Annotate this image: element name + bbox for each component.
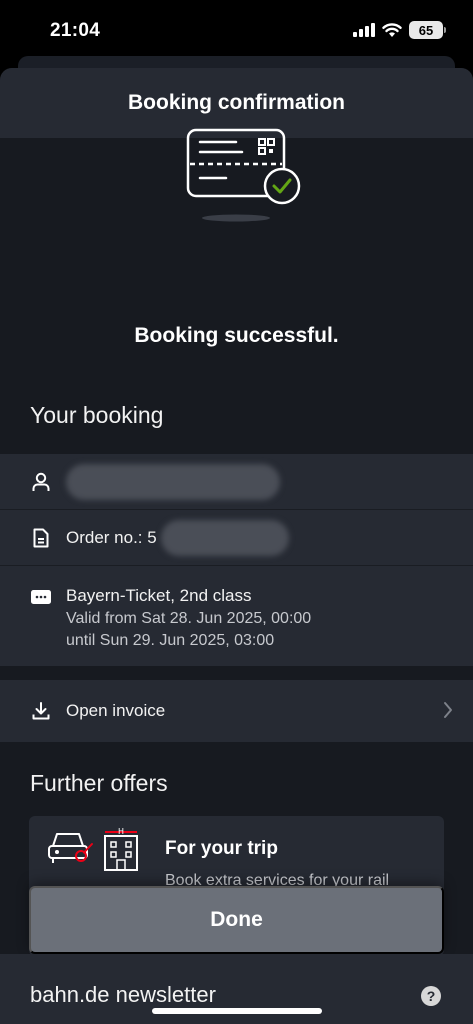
ticket-valid-from: Valid from Sat 28. Jun 2025, 00:00 <box>66 610 312 627</box>
booking-details: Order no.: 5 Bayern-Ticket, 2nd class Va… <box>0 454 473 666</box>
ticket-row: Bayern-Ticket, 2nd class Valid from Sat … <box>0 566 473 666</box>
battery-level: 65 <box>418 22 434 38</box>
wifi-icon <box>382 22 402 37</box>
passenger-row <box>0 454 473 510</box>
order-number-label: Order no.: 5 <box>66 527 157 547</box>
page-title: Booking confirmation <box>128 91 345 114</box>
further-offers-heading: Further offers <box>30 770 168 796</box>
ticket-success-icon <box>186 128 301 222</box>
battery-icon: 65 <box>409 21 446 39</box>
status-time: 21:04 <box>50 20 101 41</box>
ticket-details: Bayern-Ticket, 2nd class Valid from Sat … <box>66 586 311 650</box>
booking-confirmation-sheet: Booking confirmation Booking successful.… <box>0 68 473 1024</box>
done-button[interactable]: Done <box>29 886 444 954</box>
person-icon <box>30 471 52 493</box>
booking-success-message: Booking successful. <box>134 324 339 347</box>
svg-text:H: H <box>118 827 124 836</box>
status-bar: 21:04 65 <box>0 0 473 62</box>
home-indicator <box>152 1008 322 1014</box>
offer-title: For your trip <box>165 838 278 859</box>
open-invoice-button[interactable]: Open invoice <box>0 680 473 742</box>
order-number-redacted <box>160 519 289 556</box>
download-icon <box>30 700 52 722</box>
newsletter-label: bahn.de newsletter <box>30 982 216 1007</box>
order-number-row: Order no.: 5 <box>0 510 473 566</box>
ticket-name: Bayern-Ticket, 2nd class <box>66 586 252 605</box>
chevron-right-icon <box>444 702 452 718</box>
document-icon <box>30 527 52 549</box>
passenger-name-redacted <box>66 463 280 500</box>
ticket-icon <box>30 586 52 608</box>
ticket-valid-until: until Sun 29. Jun 2025, 03:00 <box>66 632 275 649</box>
car-key-icon <box>48 833 93 863</box>
open-invoice-label: Open invoice <box>66 701 166 720</box>
help-icon[interactable]: ? <box>421 986 441 1006</box>
signal-icon <box>353 23 375 37</box>
your-booking-heading: Your booking <box>30 402 164 428</box>
hotel-icon: H <box>104 827 138 871</box>
status-icons: 65 <box>353 21 446 39</box>
